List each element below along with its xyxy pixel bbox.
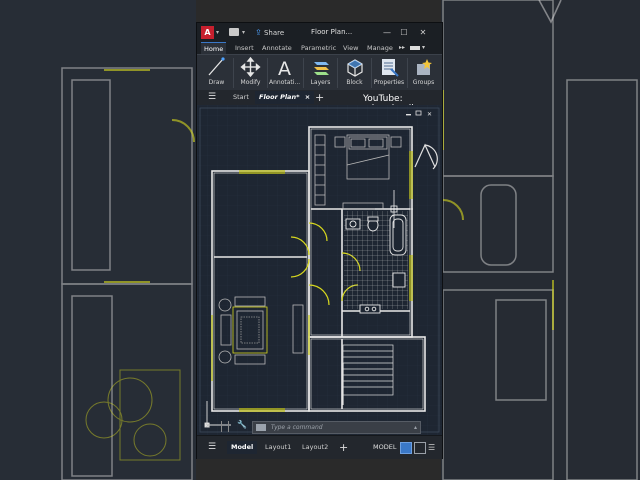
annotation-label: Annotati... (269, 79, 300, 86)
ribbon-separator (337, 58, 338, 88)
title-bar: A ▾ ▾ ⇪ Share Floor Plan... — ☐ ✕ (197, 23, 442, 42)
tab-annotate[interactable]: Annotate (259, 42, 295, 54)
command-line-grip[interactable] (221, 421, 229, 432)
wrench-icon[interactable]: 🔧 (237, 420, 247, 429)
window-title: Floor Plan... (311, 28, 353, 36)
autocad-window: A ▾ ▾ ⇪ Share Floor Plan... — ☐ ✕ Home I… (196, 22, 443, 459)
status-customize-icon[interactable]: ☰ (428, 436, 435, 459)
tab-layout1[interactable]: Layout1 (261, 441, 295, 454)
groups-icon (417, 59, 432, 75)
more-tabs-icon[interactable]: ▸▸ (399, 42, 405, 54)
command-prompt-icon (256, 424, 266, 431)
share-button[interactable]: ⇪ Share (255, 23, 284, 43)
block-label: Block (346, 79, 363, 86)
status-menu-icon[interactable]: ☰ (208, 436, 216, 459)
block-cube-icon (347, 59, 363, 77)
close-tab-icon[interactable]: × (305, 93, 310, 101)
add-tab-button[interactable]: + (315, 90, 324, 105)
close-icon[interactable]: ✕ (415, 23, 431, 42)
app-menu-chevron-icon[interactable]: ▾ (216, 23, 219, 42)
quick-access-chevron-icon[interactable]: ▾ (242, 23, 245, 42)
svg-text:A: A (278, 58, 291, 78)
properties-sheet-icon (382, 59, 399, 77)
draw-button[interactable]: Draw (201, 56, 232, 90)
drawing-canvas[interactable]: ✕ ✕ 🔧 Type a command ▴ (197, 105, 442, 435)
block-button[interactable]: Block (339, 56, 370, 90)
ribbon-separator (267, 58, 268, 88)
command-line-close-icon[interactable]: ✕ (205, 421, 211, 432)
status-bar: ☰ Model Layout1 Layout2 + MODEL ☰ (197, 435, 442, 459)
layers-stack-icon (314, 62, 329, 75)
ribbon-separator (303, 58, 304, 88)
hamburger-menu-icon[interactable]: ☰ (208, 90, 216, 105)
tab-start[interactable]: Start (229, 91, 253, 104)
tab-parametric[interactable]: Parametric (298, 42, 339, 54)
ribbon-separator (233, 58, 234, 88)
layers-label: Layers (310, 79, 331, 86)
svg-text:✕: ✕ (427, 111, 432, 118)
groups-button[interactable]: Groups (408, 56, 439, 90)
properties-button[interactable]: Properties (371, 56, 407, 90)
background-blur-right (441, 0, 640, 480)
command-input[interactable]: Type a command ▴ (252, 421, 421, 434)
tab-floor-plan[interactable]: Floor Plan* × (255, 91, 315, 104)
modify-button[interactable]: Modify (235, 56, 266, 90)
background-blur-left (0, 0, 196, 480)
ribbon-tabs: Home Insert Annotate Parametric View Man… (197, 42, 442, 55)
share-icon: ⇪ (255, 28, 262, 37)
minimize-icon[interactable]: — (379, 23, 395, 42)
tab-layout2[interactable]: Layout2 (298, 441, 332, 454)
text-a-icon: A (278, 58, 291, 78)
model-space-button[interactable]: MODEL (373, 436, 396, 459)
modify-label: Modify (240, 79, 261, 86)
add-layout-button[interactable]: + (339, 436, 348, 459)
groups-label: Groups (412, 79, 435, 86)
grid-toggle-icon[interactable] (400, 442, 412, 454)
move-arrows-icon (240, 56, 261, 78)
tab-view[interactable]: View (340, 42, 361, 54)
share-label: Share (263, 29, 285, 37)
tab-floor-plan-label: Floor Plan* (259, 93, 300, 101)
annotation-button[interactable]: A Annotati... (269, 56, 300, 90)
app-logo[interactable]: A (201, 26, 214, 39)
snap-toggle-icon[interactable] (414, 442, 426, 454)
command-placeholder: Type a command (270, 424, 323, 431)
tab-manage[interactable]: Manage (364, 42, 396, 54)
maximize-icon[interactable]: ☐ (396, 23, 412, 42)
bathroom (344, 211, 408, 314)
layers-button[interactable]: Layers (305, 56, 336, 90)
line-draw-icon (208, 57, 225, 76)
properties-label: Properties (373, 79, 405, 86)
draw-label: Draw (208, 79, 225, 86)
ribbon-options-chevron-icon[interactable]: ▾ (422, 42, 425, 54)
ribbon-display-toggle-icon[interactable] (410, 46, 420, 50)
open-folder-icon[interactable] (229, 28, 239, 36)
command-history-chevron-icon[interactable]: ▴ (414, 422, 417, 433)
floor-plan-drawing: ✕ (197, 105, 442, 435)
ribbon-panel: Draw Modify A Annotati... Layers Block P… (197, 54, 442, 92)
app-logo-letter: A (204, 28, 211, 37)
tab-model[interactable]: Model (227, 441, 258, 454)
tab-insert[interactable]: Insert (232, 42, 257, 54)
